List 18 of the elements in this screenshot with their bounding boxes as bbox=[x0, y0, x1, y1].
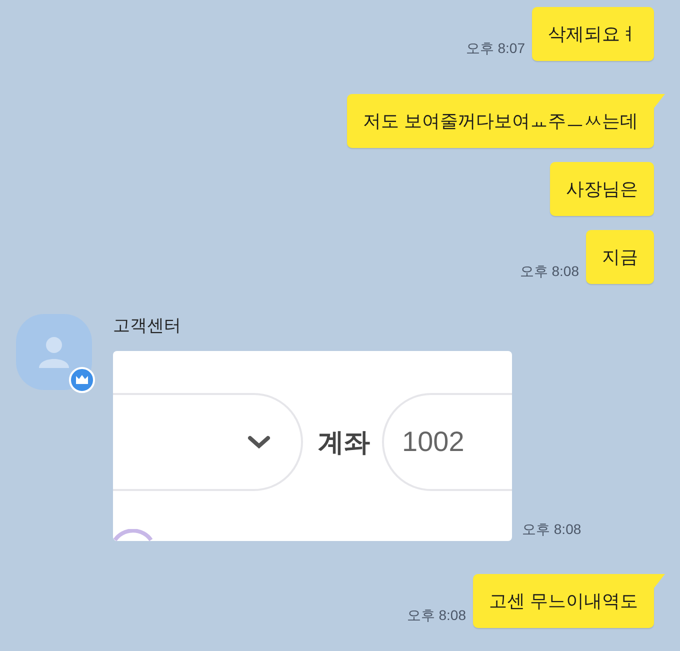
field-label: 계좌 bbox=[318, 426, 370, 458]
bubble-tail bbox=[654, 94, 665, 108]
message-time: 오후 8:07 bbox=[466, 39, 525, 58]
message-bubble: 사장님은 bbox=[550, 162, 654, 216]
message-time: 오후 8:08 bbox=[522, 520, 582, 539]
bubble-tail bbox=[654, 574, 665, 588]
account-field: 1002 bbox=[382, 393, 512, 491]
message-bubble: 저도 보여줄꺼다보여ㅛ주ㅡㅆ는데 bbox=[346, 94, 654, 148]
message-bubble: 고센 무느이내역도 bbox=[472, 574, 654, 628]
person-icon bbox=[37, 336, 71, 368]
avatar[interactable] bbox=[16, 314, 92, 390]
message-bubble: 지금 bbox=[586, 230, 654, 284]
chevron-down-icon bbox=[247, 435, 271, 449]
message-bubble: 삭제되요ㅕ bbox=[532, 7, 654, 61]
sender-name: 고객센터 bbox=[113, 315, 182, 337]
message-time: 오후 8:08 bbox=[520, 262, 579, 281]
message-time: 오후 8:08 bbox=[406, 606, 466, 625]
crown-badge-icon bbox=[69, 367, 95, 393]
